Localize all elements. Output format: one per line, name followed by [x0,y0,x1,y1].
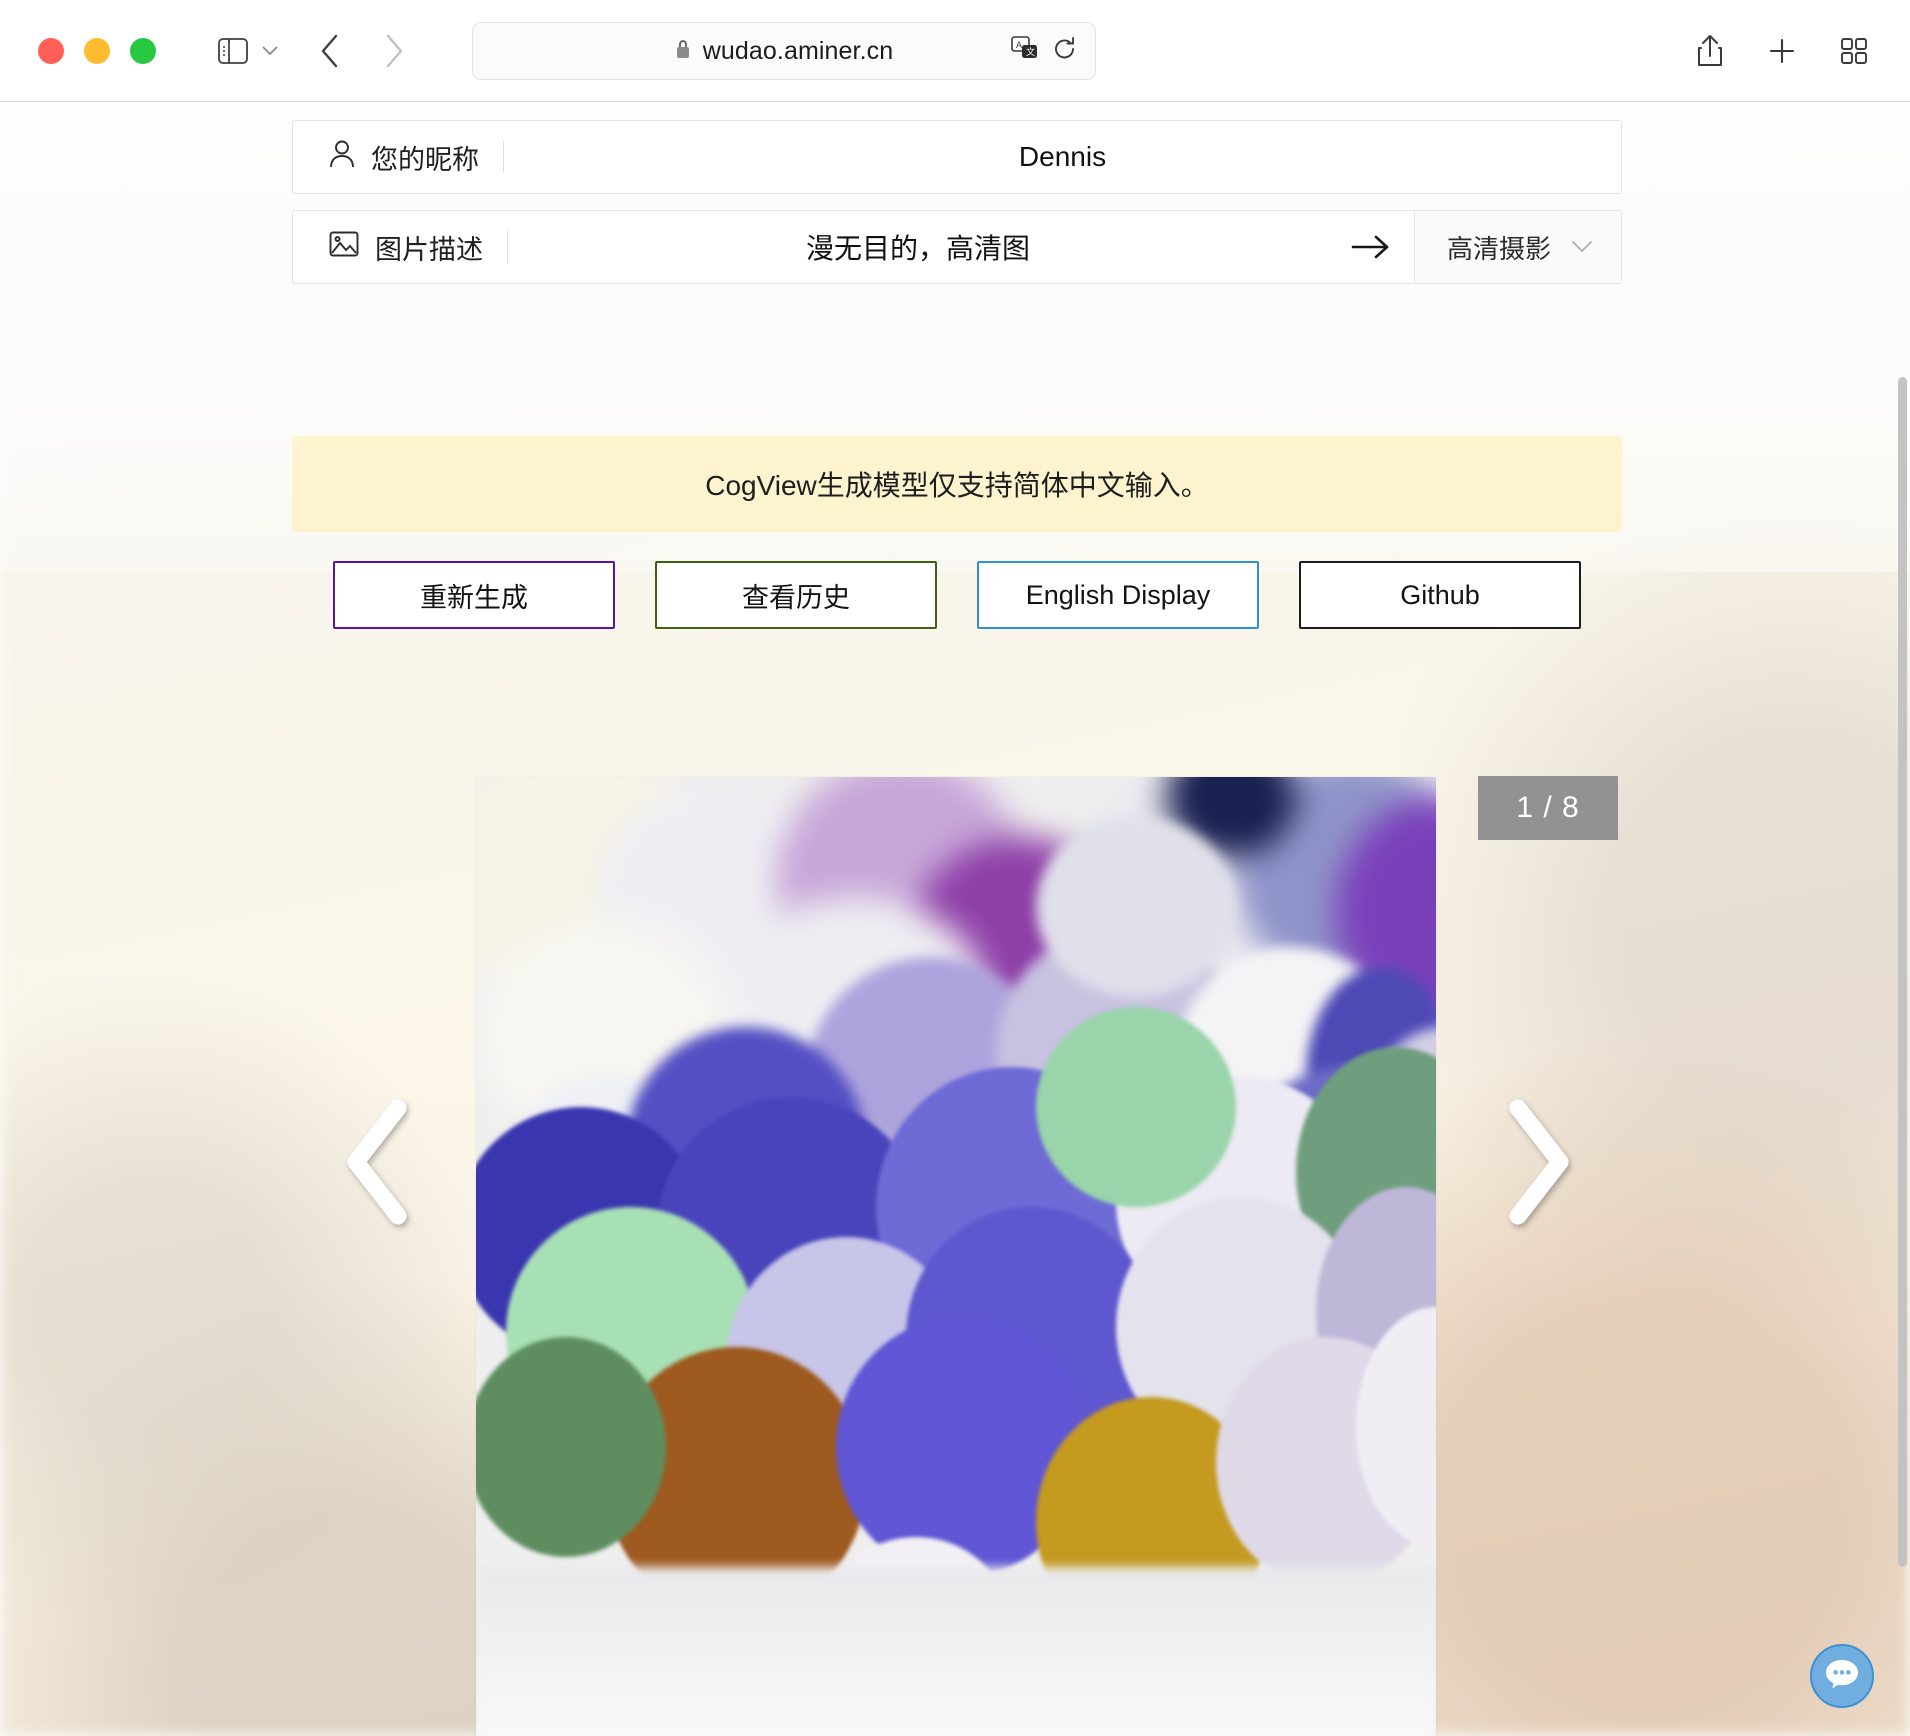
page-scrollbar[interactable] [1894,102,1910,1736]
reload-icon[interactable] [1053,36,1077,67]
style-select-value: 高清摄影 [1446,233,1551,264]
toolbar-right-actions [1696,0,1868,102]
image-icon [329,231,359,264]
translate-icon[interactable]: A 文 [1011,35,1039,67]
image-counter-badge: 1 / 8 [1478,776,1618,840]
style-select[interactable]: 高清摄影 [1413,211,1621,283]
view-history-button[interactable]: 查看历史 [655,561,937,629]
action-buttons: 重新生成 查看历史 English Display Github [292,561,1622,629]
description-field-row: 图片描述 高清摄影 [292,210,1622,284]
description-label-text: 图片描述 [375,234,483,265]
input-language-notice: CogView生成模型仅支持简体中文输入。 [292,436,1622,532]
generated-image[interactable] [476,777,1436,1736]
browser-toolbar: wudao.aminer.cn A 文 [0,0,1910,102]
chevron-right-icon [1509,1099,1569,1225]
previous-image-button[interactable] [330,1092,426,1232]
english-display-button[interactable]: English Display [977,561,1259,629]
user-icon [329,139,355,176]
regenerate-button[interactable]: 重新生成 [333,561,615,629]
maximize-window-button[interactable] [130,37,156,64]
nickname-field-label: 您的昵称 [293,121,503,193]
chevron-down-icon [1571,236,1593,259]
svg-text:文: 文 [1026,46,1035,57]
browser-window: wudao.aminer.cn A 文 您的昵称 Dennis 图片描述 漫无目… [0,0,1910,1736]
minimize-window-button[interactable] [84,37,110,64]
chat-bubble-icon [1824,1657,1860,1696]
submit-arrow-right-icon[interactable] [1328,211,1414,283]
svg-text:A: A [1016,40,1022,50]
address-bar-actions: A 文 [1011,35,1077,67]
close-window-button[interactable] [38,37,64,64]
page-viewport: 您的昵称 图片描述 [0,102,1910,1736]
nickname-label-text: 您的昵称 [371,144,479,175]
next-image-button[interactable] [1490,1092,1586,1232]
sidebar-toggle-icon[interactable] [218,37,248,64]
nickname-input[interactable] [504,121,1621,193]
tab-overview-icon[interactable] [1840,37,1868,65]
notice-text: CogView生成模型仅支持简体中文输入。 [705,470,1209,501]
address-bar[interactable]: wudao.aminer.cn A 文 [472,22,1096,80]
generation-form: 您的昵称 图片描述 [292,120,1622,300]
chevron-left-icon [347,1099,407,1225]
image-gallery: 1 / 8 [0,662,1910,1736]
description-input[interactable] [508,211,1328,283]
image-counter-text: 1 / 8 [1516,791,1580,824]
image-table-surface [476,1567,1436,1736]
lock-icon [675,38,691,65]
forward-chevron-right-icon[interactable] [384,34,404,68]
github-button[interactable]: Github [1299,561,1581,629]
description-field-label: 图片描述 [293,211,507,283]
chat-support-button[interactable] [1810,1644,1874,1708]
back-chevron-left-icon[interactable] [320,34,340,68]
nickname-field-row: 您的昵称 [292,120,1622,194]
scrollbar-thumb[interactable] [1898,377,1907,1567]
plus-icon[interactable] [1768,37,1796,65]
sidebar-options-chevron-down-icon[interactable] [262,45,278,56]
share-icon[interactable] [1696,34,1724,68]
address-bar-content: wudao.aminer.cn [675,37,894,66]
url-text: wudao.aminer.cn [702,36,894,65]
window-controls [38,37,156,64]
